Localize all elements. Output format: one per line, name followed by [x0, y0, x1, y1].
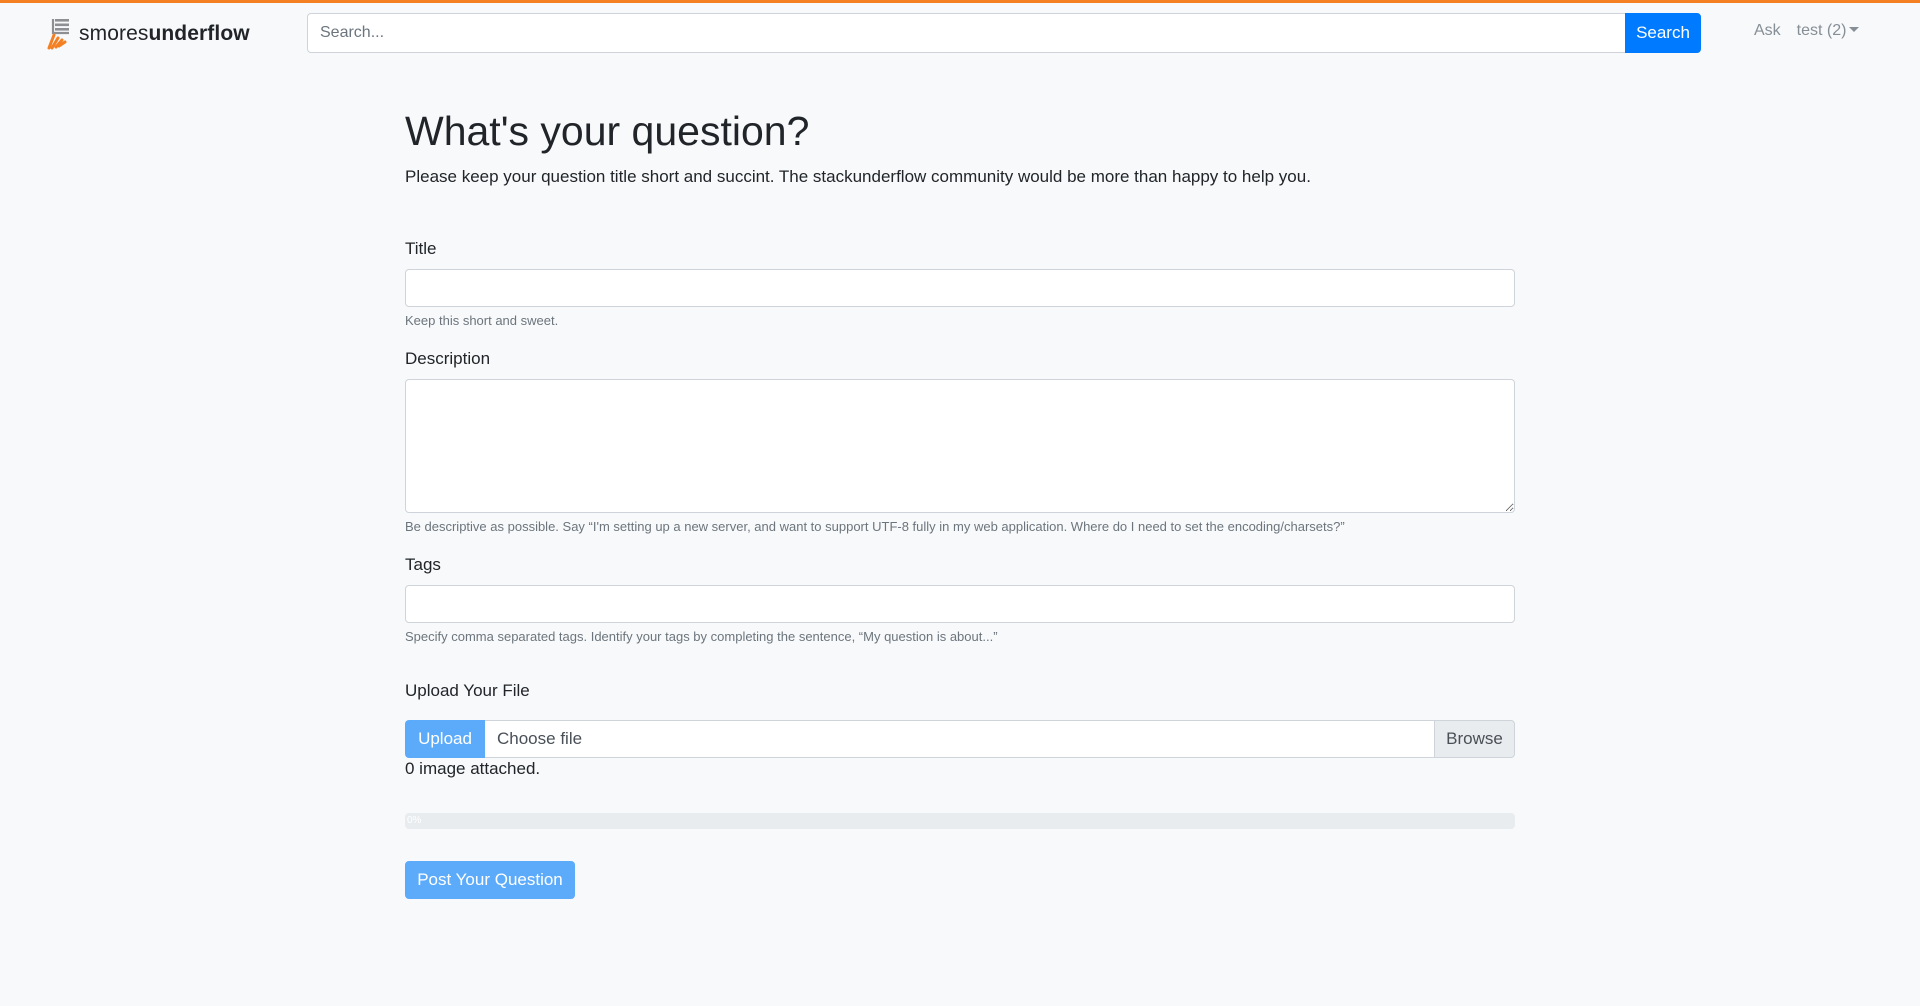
- title-input[interactable]: [405, 269, 1515, 307]
- description-textarea[interactable]: [405, 379, 1515, 513]
- user-menu-toggle[interactable]: test (2): [1797, 22, 1860, 40]
- page-lead: Please keep your question title short an…: [405, 167, 1311, 186]
- stack-logo-icon: [47, 19, 69, 50]
- attachment-count: 0 image attached.: [405, 759, 541, 778]
- upload-progress-text: 0%: [407, 815, 422, 826]
- search-button[interactable]: Search: [1625, 13, 1701, 53]
- post-question-button[interactable]: Post Your Question: [405, 861, 575, 899]
- tags-label: Tags: [405, 555, 441, 574]
- tags-help: Specify comma separated tags. Identify y…: [405, 629, 998, 644]
- tags-input[interactable]: [405, 585, 1515, 623]
- title-label: Title: [405, 239, 437, 258]
- navbar: smoresunderflow Search Ask test (2): [0, 3, 1920, 61]
- search-form: Search: [307, 13, 1701, 53]
- description-label: Description: [405, 349, 491, 368]
- caret-down-icon: [1849, 27, 1860, 32]
- upload-progress-bar: 0%: [405, 813, 1515, 829]
- brand-name-light: smores: [79, 22, 149, 45]
- page-title: What's your question?: [405, 108, 810, 154]
- file-upload-group: Upload Choose file Browse: [405, 720, 1515, 758]
- browse-button[interactable]: Browse: [1434, 720, 1515, 758]
- title-help: Keep this short and sweet.: [405, 313, 559, 328]
- search-input[interactable]: [307, 13, 1625, 53]
- user-menu-label: test (2): [1796, 22, 1847, 39]
- nav-right: Ask test (2): [1754, 22, 1860, 40]
- brand-name-bold: underflow: [148, 22, 250, 45]
- description-help: Be descriptive as possible. Say “I'm set…: [405, 519, 1345, 534]
- brand-name: smoresunderflow: [79, 22, 250, 46]
- brand-logo-link[interactable]: smoresunderflow: [47, 17, 250, 51]
- file-input[interactable]: Choose file: [485, 720, 1434, 758]
- ask-link[interactable]: Ask: [1754, 22, 1781, 40]
- upload-section-label: Upload Your File: [405, 681, 530, 700]
- upload-button[interactable]: Upload: [405, 720, 485, 758]
